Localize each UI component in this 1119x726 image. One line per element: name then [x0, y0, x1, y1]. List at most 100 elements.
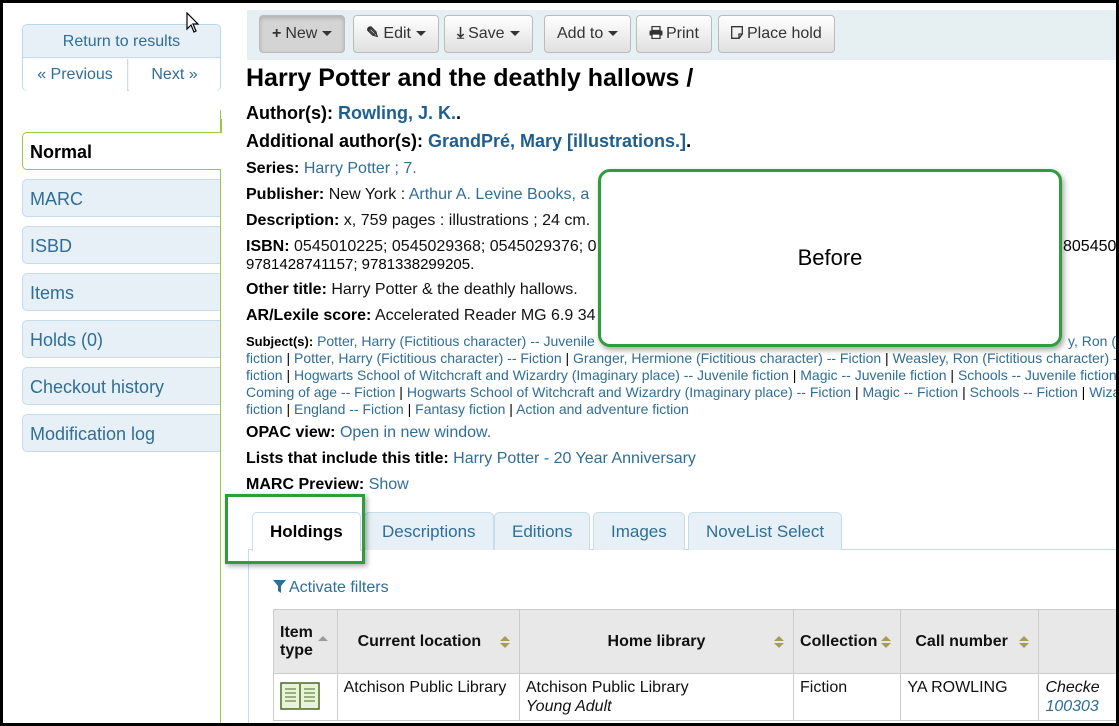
column-header-label: Home library	[607, 632, 706, 650]
subject-link[interactable]: Coming of age -- Fiction	[246, 384, 395, 400]
record-title: Harry Potter and the deathly hallows /	[246, 64, 694, 92]
author-link[interactable]: Rowling, J. K.	[338, 103, 456, 123]
column-header-label: Current location	[357, 632, 482, 650]
subject-link[interactable]: Potter, Harry (Fictitious character) -- …	[294, 350, 562, 366]
caret-down-icon	[322, 31, 333, 37]
publisher-link[interactable]: Arthur A. Levine Books, a	[409, 186, 590, 203]
subject-link[interactable]: Weasley, Ron (Fictitious character) --	[893, 350, 1119, 366]
subject-link[interactable]: Potter, Harry (Fictitious character) -- …	[317, 333, 595, 349]
subject-link[interactable]: Wizar	[1089, 384, 1119, 400]
download-icon: ⤓	[457, 25, 465, 42]
series-label: Series:	[246, 160, 300, 177]
new-button[interactable]: + New	[259, 15, 346, 53]
column-header-current-location[interactable]: Current location	[336, 609, 520, 674]
column-header-home-library[interactable]: Home library	[518, 609, 795, 674]
column-header-collection[interactable]: Collection	[793, 609, 902, 674]
edit-button[interactable]: ✎ Edit	[353, 15, 439, 53]
status-cell: Checke 100303	[1038, 673, 1119, 721]
additional-author-link[interactable]: GrandPré, Mary [illustrations.]	[428, 131, 686, 151]
lists-row: Lists that include this title: Harry Pot…	[246, 450, 696, 468]
menu-item-modification-log[interactable]: Modification log	[22, 414, 221, 452]
subject-link[interactable]: Schools -- Juvenile fiction	[958, 367, 1117, 383]
subject-link[interactable]: y, Ron (F	[1068, 333, 1119, 350]
menu-item-normal[interactable]: Normal	[22, 119, 222, 170]
column-header-call-number[interactable]: Call number	[900, 609, 1040, 674]
sticky-note-icon	[731, 26, 743, 39]
menu-item-items[interactable]: Items	[22, 273, 221, 311]
subject-link[interactable]: fiction	[246, 367, 283, 383]
before-callout-text: Before	[797, 245, 863, 270]
subject-link[interactable]: Fantasy fiction	[415, 401, 505, 417]
menu-item-holds[interactable]: Holds (0)	[22, 320, 221, 358]
activate-filters-link[interactable]: Activate filters	[273, 579, 389, 597]
menu-item-isbd[interactable]: ISBD	[22, 226, 221, 264]
filter-icon	[273, 580, 286, 593]
subject-line: Coming of age -- Fiction | Hogwarts Scho…	[246, 384, 1119, 401]
home-library-cell: Atchison Public Library Young Adult	[518, 673, 795, 721]
menu-item-marc[interactable]: MARC	[22, 179, 221, 217]
before-callout: Before	[598, 169, 1062, 347]
publisher-row: Publisher: New York : Arthur A. Levine B…	[246, 186, 589, 204]
call-number-cell: YA ROWLING	[900, 673, 1040, 721]
subject-link[interactable]: Granger, Hermione (Fictitious character)…	[573, 350, 881, 366]
subject-link[interactable]: Hogwarts School of Witchcraft and Wizard…	[294, 367, 789, 383]
next-link[interactable]: Next »	[129, 59, 220, 91]
sort-icon	[1019, 636, 1030, 650]
print-button[interactable]: Print	[636, 15, 712, 53]
caret-down-icon	[608, 31, 619, 37]
description-value: x, 759 pages : illustrations ; 24 cm.	[343, 212, 591, 229]
print-label: Print	[666, 25, 699, 42]
column-header-status[interactable]	[1038, 609, 1119, 674]
current-location-cell: Atchison Public Library	[336, 673, 520, 721]
other-title-value: Harry Potter & the deathly hallows.	[331, 281, 578, 298]
print-icon	[649, 25, 663, 40]
subject-link[interactable]: Magic -- Juvenile fiction	[800, 367, 946, 383]
subject-link[interactable]: Hogwarts School of Witchcraft and Wizard…	[407, 384, 851, 400]
tab-novelist-select[interactable]: NoveList Select	[688, 512, 843, 550]
tab-descriptions[interactable]: Descriptions	[364, 512, 494, 550]
series-link[interactable]: Harry Potter ; 7.	[304, 160, 417, 177]
column-header-label: Call number	[915, 632, 1008, 650]
isbn-values-right: 805450	[1063, 238, 1117, 255]
subjects-label: Subject(s):	[246, 334, 314, 349]
save-button[interactable]: ⤓ Save	[444, 15, 533, 53]
add-to-button[interactable]: Add to	[544, 15, 632, 53]
subject-link[interactable]: fiction	[246, 350, 283, 366]
other-title-label: Other title:	[246, 281, 327, 298]
subject-line: fiction | Potter, Harry (Fictitious char…	[246, 350, 1119, 367]
caret-down-icon	[415, 31, 426, 37]
home-library-name: Atchison Public Library	[525, 679, 689, 696]
tab-editions[interactable]: Editions	[494, 512, 591, 550]
opac-view-link[interactable]: Open in new window.	[340, 424, 491, 441]
subject-line: fiction | Hogwarts School of Witchcraft …	[246, 367, 1117, 383]
opac-view-label: OPAC view:	[246, 424, 336, 441]
column-header-item-type[interactable]: Item type	[273, 609, 338, 674]
subject-link[interactable]: Action and adventure fiction	[516, 401, 689, 417]
subject-link[interactable]: Magic -- Fiction	[863, 384, 959, 400]
place-hold-label: Place hold	[747, 25, 822, 42]
menu-item-checkout-history[interactable]: Checkout history	[22, 367, 221, 405]
list-link[interactable]: Harry Potter - 20 Year Anniversary	[453, 450, 696, 467]
previous-link[interactable]: « Previous	[23, 59, 128, 91]
isbn-values-line2: 9781428741157; 9781338299205.	[246, 256, 475, 273]
record-view-menu: Normal MARC ISBD Items Holds (0) Checkou…	[22, 119, 222, 461]
activate-filters-label: Activate filters	[289, 579, 389, 596]
borrower-link[interactable]: 100303	[1045, 697, 1112, 716]
tab-images[interactable]: Images	[593, 512, 685, 550]
marc-preview-row: MARC Preview: Show	[246, 476, 409, 494]
subject-line: fiction | England -- Fiction | Fantasy f…	[246, 401, 689, 417]
subject-link[interactable]: fiction	[246, 401, 283, 417]
sort-icon	[499, 636, 510, 650]
book-icon	[280, 682, 320, 710]
subject-link[interactable]: England -- Fiction	[294, 401, 404, 417]
isbn-label: ISBN:	[246, 238, 290, 255]
column-header-label: Item type	[280, 623, 313, 659]
subject-link[interactable]: Schools -- Fiction	[970, 384, 1078, 400]
place-hold-button[interactable]: Place hold	[718, 15, 835, 53]
holdings-table: Item type Current location Home library …	[273, 609, 1119, 721]
description-row: Description: x, 759 pages : illustration…	[246, 212, 590, 230]
marc-preview-show-link[interactable]: Show	[369, 476, 409, 493]
isbn-row: ISBN: 0545010225; 0545029368; 0545029376…	[246, 238, 597, 256]
sort-icon	[774, 636, 785, 650]
tab-holdings[interactable]: Holdings	[252, 512, 361, 551]
